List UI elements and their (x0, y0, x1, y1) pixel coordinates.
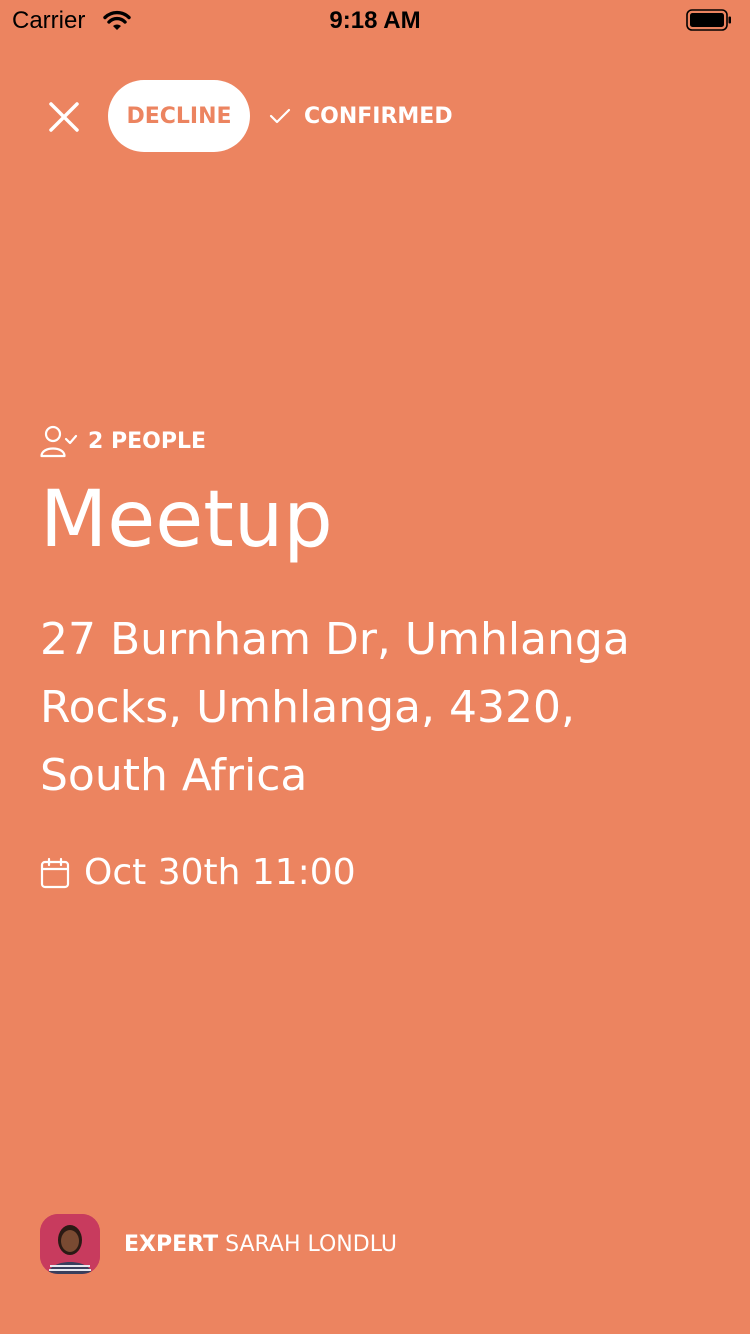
expert-row[interactable]: EXPERT SARAH LONDLU (40, 1214, 397, 1274)
expert-name: SARAH LONDLU (225, 1231, 397, 1257)
clock: 9:18 AM (329, 7, 421, 34)
expert-label: EXPERT SARAH LONDLU (124, 1232, 397, 1257)
event-address: 27 Burnham Dr, Umhlanga Rocks, Umhlanga,… (40, 614, 630, 801)
expert-role: EXPERT (124, 1231, 219, 1257)
battery-icon (686, 9, 731, 31)
status-bar: Carrier 9:18 AM (0, 0, 750, 40)
confirmed-status: CONFIRMED (268, 98, 453, 134)
close-button[interactable] (40, 93, 88, 141)
close-icon (49, 102, 79, 132)
check-icon (269, 108, 291, 124)
avatar-image (40, 1214, 100, 1274)
user-check-icon (40, 425, 78, 458)
decline-button[interactable]: DECLINE (108, 80, 250, 152)
event-datetime: Oct 30th 11:00 (40, 852, 356, 893)
attendee-count: 2 PEOPLE (40, 424, 206, 458)
confirmed-label: CONFIRMED (304, 103, 453, 129)
datetime-label: Oct 30th 11:00 (84, 852, 356, 893)
people-label: 2 PEOPLE (88, 428, 206, 454)
avatar[interactable] (40, 1214, 100, 1274)
calendar-icon (40, 857, 70, 888)
event-title: Meetup (40, 475, 333, 565)
